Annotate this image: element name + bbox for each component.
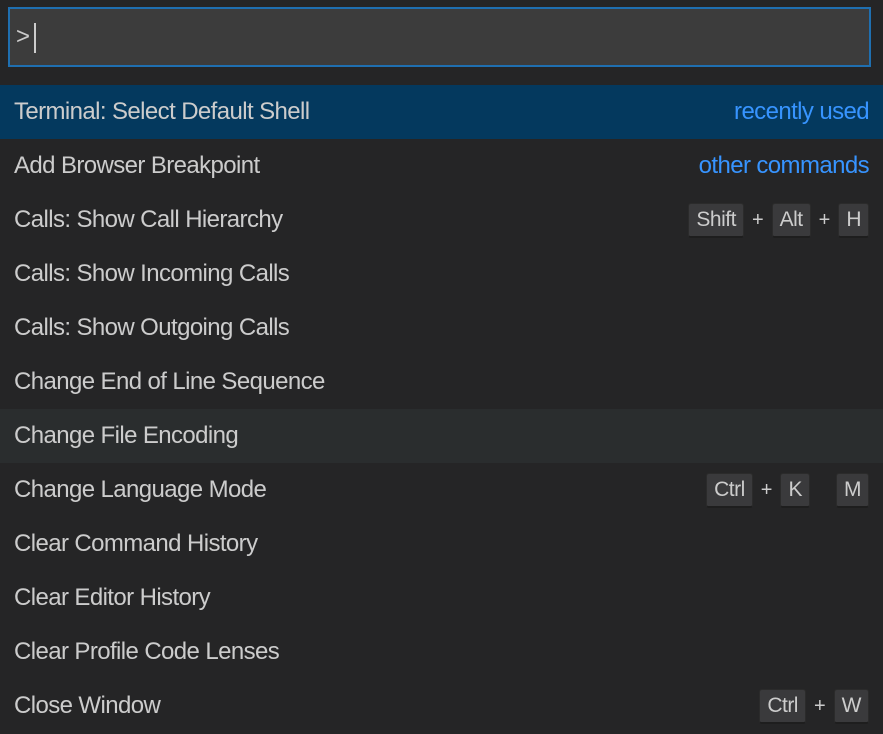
command-item[interactable]: Change End of Line Sequence	[0, 355, 883, 409]
keybinding-key: W	[833, 688, 869, 724]
command-label: Calls: Show Call Hierarchy	[14, 206, 283, 233]
command-palette: Terminal: Select Default Shell recently u…	[0, 0, 883, 734]
command-item[interactable]: Clear Profile Code Lenses	[0, 625, 883, 679]
command-item[interactable]: Calls: Show Call Hierarchy Shift + Alt + H	[0, 193, 883, 247]
keybinding-key: Alt	[771, 202, 811, 238]
command-item[interactable]: Close Window Ctrl + W	[0, 679, 883, 733]
keybinding-key: Ctrl	[759, 688, 806, 724]
command-item[interactable]: Calls: Show Outgoing Calls	[0, 301, 883, 355]
keybinding-key: K	[780, 472, 810, 508]
command-item[interactable]: Clear Editor History	[0, 571, 883, 625]
command-label: Clear Command History	[14, 530, 258, 557]
command-meta: Ctrl + W	[759, 688, 869, 724]
command-label: Close Window	[14, 692, 161, 719]
command-label: Calls: Show Outgoing Calls	[14, 314, 290, 341]
command-input-box[interactable]	[8, 7, 871, 67]
command-item[interactable]: Terminal: Select Default Shell recently u…	[0, 85, 883, 139]
command-label: Clear Profile Code Lenses	[14, 638, 280, 665]
command-list: Terminal: Select Default Shell recently u…	[0, 85, 883, 733]
command-meta: recently used	[734, 98, 870, 126]
command-input-container	[0, 0, 883, 84]
keybinding-key: Shift	[688, 202, 744, 238]
keybinding-plus: +	[813, 694, 826, 717]
command-item[interactable]: Add Browser Breakpoint other commands	[0, 139, 883, 193]
command-label: Add Browser Breakpoint	[14, 152, 260, 179]
command-item[interactable]: Change Language Mode Ctrl + K M	[0, 463, 883, 517]
keybinding-plus: +	[751, 208, 764, 231]
command-label: Change End of Line Sequence	[14, 368, 325, 395]
command-item[interactable]: Calls: Show Incoming Calls	[0, 247, 883, 301]
keybinding-plus: +	[760, 478, 773, 501]
command-meta: Ctrl + K M	[706, 472, 869, 508]
group-label: recently used	[734, 98, 870, 125]
command-label: Calls: Show Incoming Calls	[14, 260, 290, 287]
command-label: Change File Encoding	[14, 422, 239, 449]
command-label: Terminal: Select Default Shell	[14, 98, 310, 125]
command-label: Change Language Mode	[14, 476, 267, 503]
keybinding-plus: +	[818, 208, 831, 231]
command-item[interactable]: Clear Command History	[0, 517, 883, 571]
command-meta: Shift + Alt + H	[688, 202, 869, 238]
command-input[interactable]	[10, 9, 869, 65]
command-item[interactable]: Change File Encoding	[0, 409, 883, 463]
keybinding-key: Ctrl	[706, 472, 753, 508]
keybinding-key: M	[836, 472, 869, 508]
keybinding-key: H	[838, 202, 869, 238]
command-label: Clear Editor History	[14, 584, 211, 611]
text-caret	[34, 23, 36, 53]
group-label: other commands	[698, 152, 870, 179]
command-meta: other commands	[698, 152, 870, 180]
